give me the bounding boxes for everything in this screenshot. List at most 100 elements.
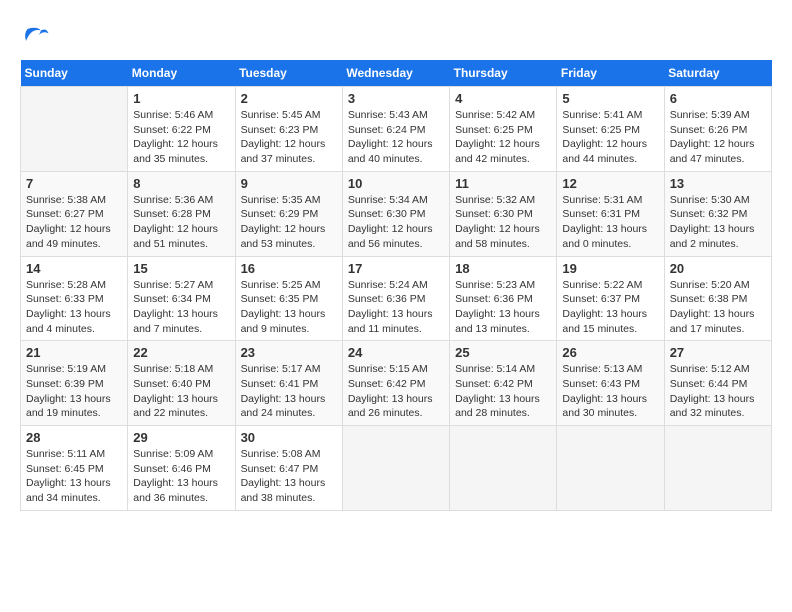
sunrise-label: Sunrise: 5:38 AM xyxy=(26,194,106,206)
sunrise-label: Sunrise: 5:23 AM xyxy=(455,279,535,291)
day-number: 11 xyxy=(455,176,551,191)
day-number: 16 xyxy=(241,261,337,276)
day-number: 13 xyxy=(670,176,766,191)
daylight-label: Daylight: 12 hours and 56 minutes. xyxy=(348,223,433,250)
sunset-label: Sunset: 6:34 PM xyxy=(133,293,211,305)
calendar-day-cell: 19 Sunrise: 5:22 AM Sunset: 6:37 PM Dayl… xyxy=(557,256,664,341)
daylight-label: Daylight: 13 hours and 38 minutes. xyxy=(241,477,326,504)
calendar-day-cell: 25 Sunrise: 5:14 AM Sunset: 6:42 PM Dayl… xyxy=(450,341,557,426)
sunrise-label: Sunrise: 5:24 AM xyxy=(348,279,428,291)
sunrise-label: Sunrise: 5:11 AM xyxy=(26,448,105,460)
sunset-label: Sunset: 6:36 PM xyxy=(348,293,426,305)
day-info: Sunrise: 5:41 AM Sunset: 6:25 PM Dayligh… xyxy=(562,108,658,167)
calendar-day-cell: 26 Sunrise: 5:13 AM Sunset: 6:43 PM Dayl… xyxy=(557,341,664,426)
day-number: 1 xyxy=(133,91,229,106)
sunset-label: Sunset: 6:46 PM xyxy=(133,463,211,475)
sunset-label: Sunset: 6:42 PM xyxy=(455,378,533,390)
calendar-day-cell: 27 Sunrise: 5:12 AM Sunset: 6:44 PM Dayl… xyxy=(664,341,771,426)
daylight-label: Daylight: 13 hours and 13 minutes. xyxy=(455,308,540,335)
sunrise-label: Sunrise: 5:08 AM xyxy=(241,448,321,460)
sunrise-label: Sunrise: 5:42 AM xyxy=(455,109,535,121)
day-number: 17 xyxy=(348,261,444,276)
sunset-label: Sunset: 6:24 PM xyxy=(348,124,426,136)
day-info: Sunrise: 5:38 AM Sunset: 6:27 PM Dayligh… xyxy=(26,193,122,252)
calendar-day-cell xyxy=(664,426,771,511)
calendar-day-cell: 23 Sunrise: 5:17 AM Sunset: 6:41 PM Dayl… xyxy=(235,341,342,426)
day-info: Sunrise: 5:28 AM Sunset: 6:33 PM Dayligh… xyxy=(26,278,122,337)
calendar-day-cell: 16 Sunrise: 5:25 AM Sunset: 6:35 PM Dayl… xyxy=(235,256,342,341)
day-number: 21 xyxy=(26,345,122,360)
sunrise-label: Sunrise: 5:13 AM xyxy=(562,363,642,375)
sunrise-label: Sunrise: 5:36 AM xyxy=(133,194,213,206)
day-info: Sunrise: 5:30 AM Sunset: 6:32 PM Dayligh… xyxy=(670,193,766,252)
day-info: Sunrise: 5:20 AM Sunset: 6:38 PM Dayligh… xyxy=(670,278,766,337)
weekday-header: Saturday xyxy=(664,60,771,87)
day-info: Sunrise: 5:09 AM Sunset: 6:46 PM Dayligh… xyxy=(133,447,229,506)
daylight-label: Daylight: 13 hours and 4 minutes. xyxy=(26,308,111,335)
sunset-label: Sunset: 6:36 PM xyxy=(455,293,533,305)
sunset-label: Sunset: 6:22 PM xyxy=(133,124,211,136)
calendar-week-row: 1 Sunrise: 5:46 AM Sunset: 6:22 PM Dayli… xyxy=(21,87,772,172)
day-info: Sunrise: 5:35 AM Sunset: 6:29 PM Dayligh… xyxy=(241,193,337,252)
day-info: Sunrise: 5:08 AM Sunset: 6:47 PM Dayligh… xyxy=(241,447,337,506)
calendar-day-cell: 10 Sunrise: 5:34 AM Sunset: 6:30 PM Dayl… xyxy=(342,171,449,256)
day-number: 23 xyxy=(241,345,337,360)
calendar-day-cell: 15 Sunrise: 5:27 AM Sunset: 6:34 PM Dayl… xyxy=(128,256,235,341)
day-number: 22 xyxy=(133,345,229,360)
sunrise-label: Sunrise: 5:30 AM xyxy=(670,194,750,206)
calendar-day-cell: 3 Sunrise: 5:43 AM Sunset: 6:24 PM Dayli… xyxy=(342,87,449,172)
sunset-label: Sunset: 6:39 PM xyxy=(26,378,104,390)
day-number: 24 xyxy=(348,345,444,360)
day-number: 3 xyxy=(348,91,444,106)
daylight-label: Daylight: 13 hours and 17 minutes. xyxy=(670,308,755,335)
day-number: 19 xyxy=(562,261,658,276)
daylight-label: Daylight: 13 hours and 15 minutes. xyxy=(562,308,647,335)
weekday-header-row: SundayMondayTuesdayWednesdayThursdayFrid… xyxy=(21,60,772,87)
sunrise-label: Sunrise: 5:27 AM xyxy=(133,279,213,291)
sunrise-label: Sunrise: 5:25 AM xyxy=(241,279,321,291)
calendar-week-row: 28 Sunrise: 5:11 AM Sunset: 6:45 PM Dayl… xyxy=(21,426,772,511)
day-number: 4 xyxy=(455,91,551,106)
day-info: Sunrise: 5:46 AM Sunset: 6:22 PM Dayligh… xyxy=(133,108,229,167)
day-info: Sunrise: 5:18 AM Sunset: 6:40 PM Dayligh… xyxy=(133,362,229,421)
sunset-label: Sunset: 6:25 PM xyxy=(455,124,533,136)
day-number: 20 xyxy=(670,261,766,276)
sunrise-label: Sunrise: 5:12 AM xyxy=(670,363,750,375)
sunrise-label: Sunrise: 5:28 AM xyxy=(26,279,106,291)
daylight-label: Daylight: 12 hours and 44 minutes. xyxy=(562,138,647,165)
day-number: 25 xyxy=(455,345,551,360)
sunrise-label: Sunrise: 5:09 AM xyxy=(133,448,213,460)
sunset-label: Sunset: 6:44 PM xyxy=(670,378,748,390)
daylight-label: Daylight: 13 hours and 19 minutes. xyxy=(26,393,111,420)
calendar-day-cell: 2 Sunrise: 5:45 AM Sunset: 6:23 PM Dayli… xyxy=(235,87,342,172)
day-info: Sunrise: 5:43 AM Sunset: 6:24 PM Dayligh… xyxy=(348,108,444,167)
sunset-label: Sunset: 6:29 PM xyxy=(241,208,319,220)
calendar-day-cell: 14 Sunrise: 5:28 AM Sunset: 6:33 PM Dayl… xyxy=(21,256,128,341)
daylight-label: Daylight: 13 hours and 34 minutes. xyxy=(26,477,111,504)
sunrise-label: Sunrise: 5:31 AM xyxy=(562,194,642,206)
daylight-label: Daylight: 13 hours and 30 minutes. xyxy=(562,393,647,420)
day-number: 28 xyxy=(26,430,122,445)
calendar-day-cell: 30 Sunrise: 5:08 AM Sunset: 6:47 PM Dayl… xyxy=(235,426,342,511)
day-info: Sunrise: 5:12 AM Sunset: 6:44 PM Dayligh… xyxy=(670,362,766,421)
sunset-label: Sunset: 6:38 PM xyxy=(670,293,748,305)
calendar-day-cell: 5 Sunrise: 5:41 AM Sunset: 6:25 PM Dayli… xyxy=(557,87,664,172)
calendar-day-cell: 18 Sunrise: 5:23 AM Sunset: 6:36 PM Dayl… xyxy=(450,256,557,341)
weekday-header: Friday xyxy=(557,60,664,87)
calendar-day-cell xyxy=(342,426,449,511)
sunset-label: Sunset: 6:27 PM xyxy=(26,208,104,220)
sunrise-label: Sunrise: 5:39 AM xyxy=(670,109,750,121)
sunrise-label: Sunrise: 5:20 AM xyxy=(670,279,750,291)
sunrise-label: Sunrise: 5:19 AM xyxy=(26,363,106,375)
day-info: Sunrise: 5:31 AM Sunset: 6:31 PM Dayligh… xyxy=(562,193,658,252)
day-number: 15 xyxy=(133,261,229,276)
logo-icon xyxy=(20,20,50,50)
calendar-day-cell: 22 Sunrise: 5:18 AM Sunset: 6:40 PM Dayl… xyxy=(128,341,235,426)
sunrise-label: Sunrise: 5:18 AM xyxy=(133,363,213,375)
day-info: Sunrise: 5:22 AM Sunset: 6:37 PM Dayligh… xyxy=(562,278,658,337)
weekday-header: Wednesday xyxy=(342,60,449,87)
daylight-label: Daylight: 13 hours and 36 minutes. xyxy=(133,477,218,504)
day-info: Sunrise: 5:14 AM Sunset: 6:42 PM Dayligh… xyxy=(455,362,551,421)
sunset-label: Sunset: 6:41 PM xyxy=(241,378,319,390)
day-info: Sunrise: 5:23 AM Sunset: 6:36 PM Dayligh… xyxy=(455,278,551,337)
